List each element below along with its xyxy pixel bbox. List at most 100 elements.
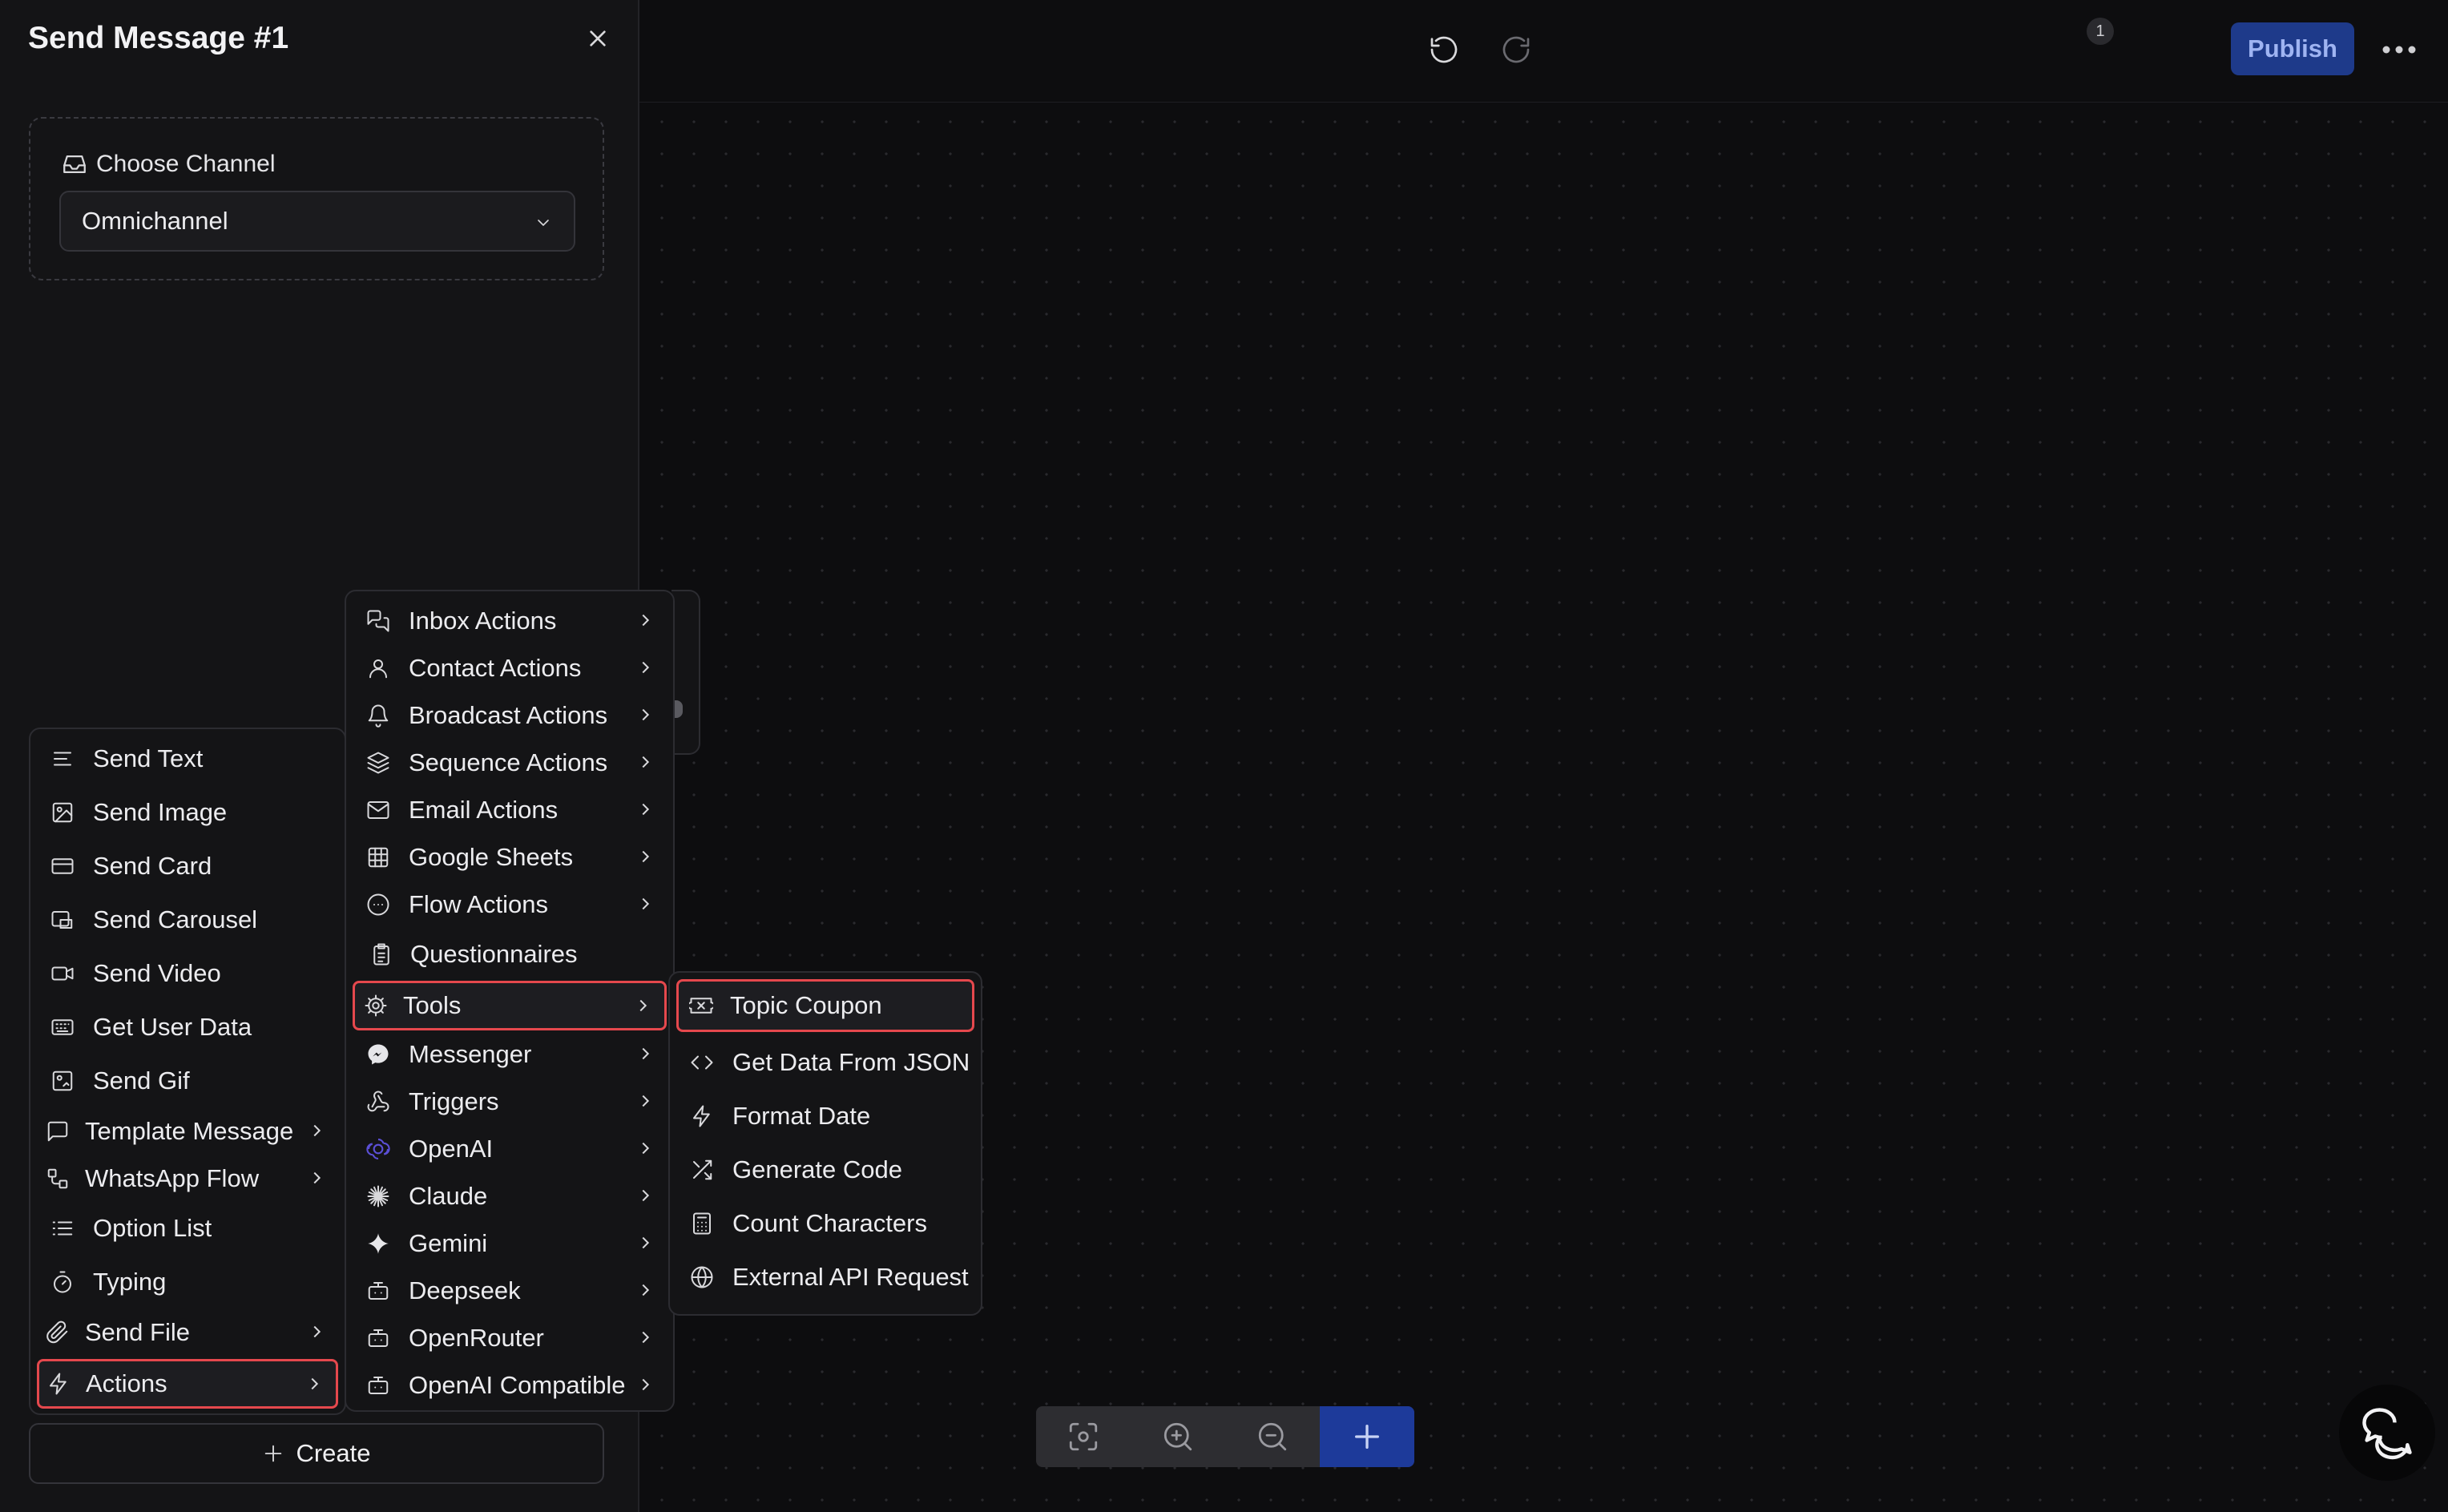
bot-icon <box>364 1371 393 1400</box>
menu-item-label: OpenAI Compatible <box>409 1371 626 1399</box>
menu-item-label: OpenRouter <box>409 1324 544 1352</box>
close-icon <box>590 30 606 46</box>
menu-item-send-gif[interactable]: Send Gif <box>37 1058 338 1104</box>
menu-item-broadcast-actions[interactable]: Broadcast Actions <box>353 692 667 739</box>
openai-icon <box>364 1135 393 1163</box>
chevron-right-icon <box>642 1331 650 1344</box>
menu-item-google-sheets[interactable]: Google Sheets <box>353 834 667 881</box>
menu-item-label: Inbox Actions <box>409 607 557 635</box>
panel-title: Send Message #1 <box>28 21 289 55</box>
menu-item-typing[interactable]: Typing <box>37 1259 338 1305</box>
menu-item-label: Actions <box>86 1369 167 1397</box>
chevron-right-icon <box>642 1047 650 1060</box>
chevron-right-icon <box>313 1325 321 1338</box>
menu-item-label: Count Characters <box>732 1209 927 1237</box>
channel-section: Choose Channel Omnichannel <box>29 117 604 280</box>
menu-item-label: Template Message <box>85 1117 294 1145</box>
layers-icon <box>364 748 393 777</box>
menu-item-triggers[interactable]: Triggers <box>353 1079 667 1125</box>
undo-button[interactable] <box>1422 27 1466 72</box>
menu-item-label: Messenger <box>409 1040 532 1068</box>
menu-item-openai-compatible[interactable]: OpenAI Compatible <box>353 1362 667 1409</box>
menu-item-option-list[interactable]: Option List <box>37 1205 338 1252</box>
menu-item-generate-code[interactable]: Generate Code <box>676 1144 974 1195</box>
menu-item-gemini[interactable]: Gemini <box>353 1220 667 1267</box>
menu-item-send-file[interactable]: Send File <box>37 1309 338 1356</box>
focus-icon <box>1069 1422 1098 1451</box>
fit-view-button[interactable] <box>1036 1406 1131 1467</box>
menu-item-whatsapp-flow[interactable]: WhatsApp Flow <box>37 1155 338 1202</box>
menu-item-external-api-request[interactable]: External API Request <box>676 1252 974 1303</box>
zoom-in-icon <box>1164 1422 1192 1451</box>
mail-icon <box>364 796 393 825</box>
menu-item-contact-actions[interactable]: Contact Actions <box>353 645 667 691</box>
plus-icon <box>265 1445 282 1462</box>
code-icon <box>688 1048 716 1077</box>
menu-item-send-card[interactable]: Send Card <box>37 843 338 889</box>
menu-item-template-message[interactable]: Template Message <box>37 1108 338 1155</box>
actions-submenu: Inbox Actions Contact Actions Broadcast … <box>345 590 675 1412</box>
bot-icon <box>364 1324 393 1353</box>
sheet-icon <box>364 843 393 872</box>
messenger-icon <box>364 1040 393 1069</box>
menu-item-flow-actions[interactable]: Flow Actions <box>353 881 667 928</box>
paperclip-icon <box>43 1318 72 1347</box>
zoom-out-button[interactable] <box>1225 1406 1320 1467</box>
more-options-button[interactable] <box>2375 27 2423 72</box>
bell-icon <box>364 701 393 730</box>
globe-icon <box>688 1263 716 1292</box>
menu-item-send-text[interactable]: Send Text <box>37 736 338 782</box>
menu-item-label: Questionnaires <box>410 940 578 968</box>
add-node-button[interactable] <box>1320 1406 1414 1467</box>
create-button-label: Create <box>296 1439 371 1467</box>
card-icon <box>48 852 77 881</box>
menu-item-messenger[interactable]: Messenger <box>353 1031 667 1078</box>
chevron-down-icon <box>538 220 549 226</box>
plus-icon <box>1355 1425 1379 1449</box>
menu-item-send-video[interactable]: Send Video <box>37 950 338 997</box>
chevron-right-icon <box>642 1236 650 1249</box>
menu-item-label: Send Card <box>93 852 212 880</box>
menu-item-tools[interactable]: Tools <box>353 981 667 1030</box>
channel-select[interactable]: Omnichannel <box>59 191 575 252</box>
publish-button[interactable]: Publish <box>2231 22 2354 75</box>
menu-item-label: Gemini <box>409 1229 488 1257</box>
menu-item-deepseek[interactable]: Deepseek <box>353 1268 667 1314</box>
menu-item-format-date[interactable]: Format Date <box>676 1091 974 1142</box>
menu-item-label: Tools <box>403 991 462 1019</box>
menu-item-send-image[interactable]: Send Image <box>37 789 338 836</box>
ticket-icon <box>687 991 716 1020</box>
chevron-right-icon <box>642 708 650 721</box>
menu-item-claude[interactable]: Claude <box>353 1173 667 1220</box>
menu-item-email-actions[interactable]: Email Actions <box>353 787 667 833</box>
chevron-right-icon <box>642 1142 650 1155</box>
menu-item-openrouter[interactable]: OpenRouter <box>353 1315 667 1361</box>
menu-item-get-user-data[interactable]: Get User Data <box>37 1004 338 1050</box>
channel-select-value: Omnichannel <box>82 207 228 235</box>
menu-item-label: Contact Actions <box>409 654 582 682</box>
menu-item-inbox-actions[interactable]: Inbox Actions <box>353 598 667 644</box>
zoom-in-button[interactable] <box>1131 1406 1225 1467</box>
menu-item-sequence-actions[interactable]: Sequence Actions <box>353 740 667 786</box>
menu-item-topic-coupon[interactable]: Topic Coupon <box>676 979 974 1032</box>
menu-item-label: Google Sheets <box>409 843 574 871</box>
chevron-right-icon <box>642 661 650 674</box>
menu-item-openai[interactable]: OpenAI <box>353 1126 667 1172</box>
menu-item-label: Topic Coupon <box>730 991 882 1019</box>
chat-support-button[interactable] <box>2339 1385 2435 1481</box>
video-icon <box>48 959 77 988</box>
menu-item-label: Option List <box>93 1214 212 1242</box>
menu-item-questionnaires[interactable]: Questionnaires <box>353 931 667 978</box>
menu-item-count-characters[interactable]: Count Characters <box>676 1198 974 1249</box>
timer-icon <box>48 1268 77 1296</box>
menu-item-send-carousel[interactable]: Send Carousel <box>37 897 338 943</box>
clipboard-icon <box>367 940 396 969</box>
redo-button[interactable] <box>1494 27 1539 72</box>
menu-item-get-data-from-json[interactable]: Get Data From JSON <box>676 1037 974 1088</box>
create-button[interactable]: Create <box>29 1423 604 1484</box>
close-button[interactable] <box>582 22 614 54</box>
calculator-icon <box>688 1209 716 1238</box>
list-icon <box>48 1214 77 1243</box>
menu-item-label: Flow Actions <box>409 890 549 918</box>
menu-item-actions[interactable]: Actions <box>37 1359 338 1409</box>
